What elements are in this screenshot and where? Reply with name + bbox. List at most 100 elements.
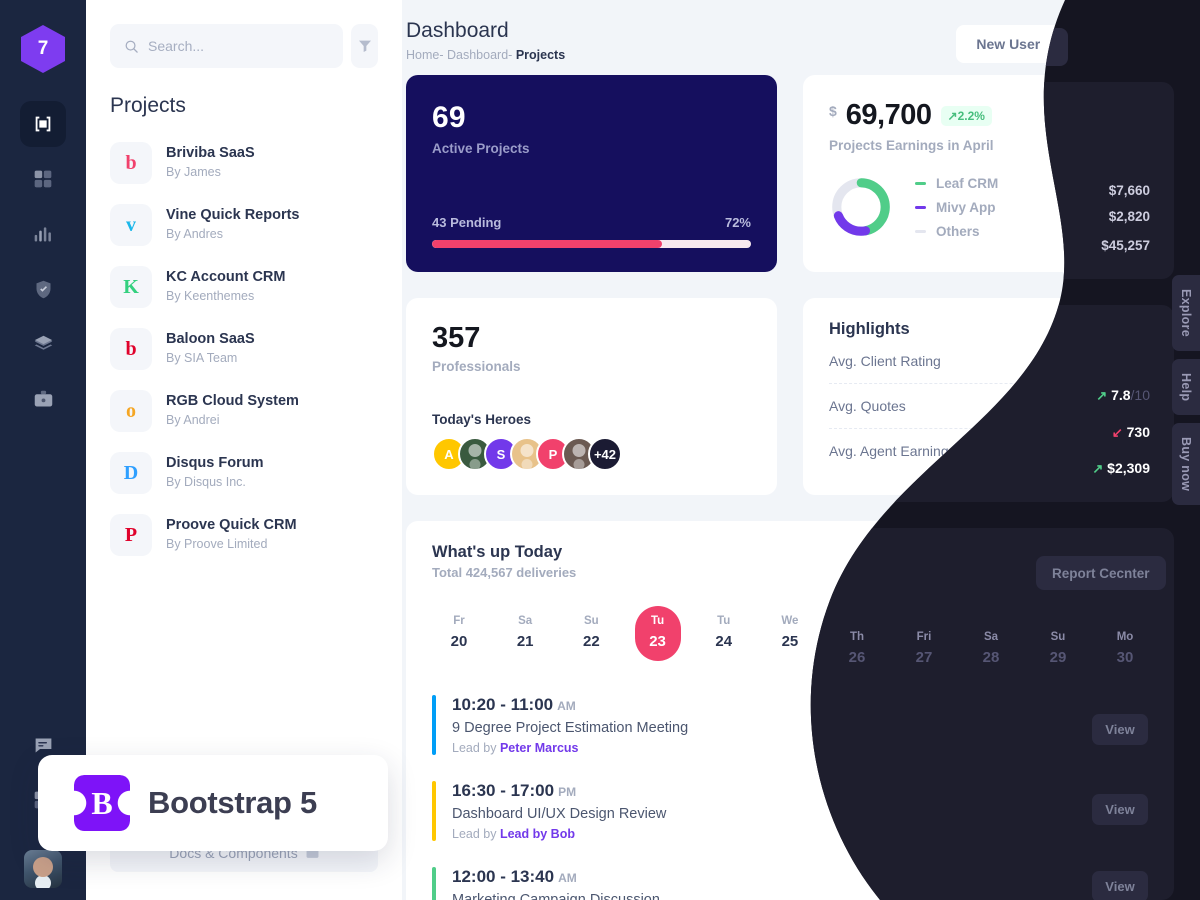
briefcase-icon [34, 390, 52, 406]
grid-icon [34, 170, 52, 188]
dark-event-view-button[interactable]: View [1092, 794, 1148, 825]
dark-day-cell[interactable]: Su 29 [1035, 622, 1081, 677]
highlight-label: Avg. Agent Earnings [829, 443, 956, 459]
rail-item-box[interactable] [20, 101, 66, 147]
project-author: By Proove Limited [166, 537, 268, 552]
day-name: Sa [518, 615, 533, 627]
project-list-item[interactable]: D Disqus Forum By Disqus Inc. [110, 442, 378, 504]
search-box[interactable] [110, 24, 343, 68]
legend-dash-icon [915, 205, 926, 209]
heroes-avatar-group: A S P +42 [432, 437, 751, 471]
day-cell[interactable]: Fr 20 [436, 606, 482, 661]
hero-avatar[interactable]: +42 [588, 437, 622, 471]
rail-item-shield[interactable] [20, 266, 66, 312]
project-text: RGB Cloud System By Andrei [166, 392, 299, 430]
earnings-legend-row: Mivy App [915, 200, 998, 215]
filter-button[interactable] [351, 24, 378, 68]
heroes-label: Today's Heroes [432, 412, 531, 427]
project-list-item[interactable]: o RGB Cloud System By Andrei [110, 380, 378, 442]
delta-arrow-icon: ↗ [947, 108, 958, 123]
professionals-label: Professionals [432, 359, 521, 374]
dark-day-name: Mo [1116, 631, 1134, 643]
dark-day-cell[interactable]: Mo 30 [1102, 622, 1148, 677]
rail-item-briefcase[interactable] [20, 376, 66, 422]
rail-item-charts[interactable] [20, 211, 66, 257]
breadcrumb-dashboard[interactable]: Dashboard- [447, 48, 512, 62]
event-meridiem: PM [558, 785, 577, 799]
event-color-bar [432, 781, 436, 841]
project-text: Proove Quick CRM By Proove Limited [166, 516, 297, 554]
project-author: By SIA Team [166, 351, 238, 366]
rail-item-grid[interactable] [20, 156, 66, 202]
dark-day-cell[interactable]: Fri 27 [901, 622, 947, 677]
dark-event-view-button[interactable]: View [1092, 871, 1148, 900]
search-input[interactable] [148, 38, 329, 54]
dark-day-name: Fri [916, 631, 932, 643]
rail-nav [20, 101, 66, 422]
dark-day-cell[interactable]: Th 26 [834, 622, 880, 677]
vertical-tab-help[interactable]: Help [1172, 358, 1200, 416]
project-logo-mark: v [126, 213, 136, 236]
day-cell[interactable]: We 25 [767, 606, 813, 661]
project-author: By Andres [166, 227, 223, 242]
dark-report-center-button[interactable]: Report Cecnter [1036, 556, 1166, 590]
project-list-item[interactable]: P Proove Quick CRM By Proove Limited [110, 504, 378, 566]
day-name: Tu [650, 615, 665, 627]
day-cell-selected[interactable]: Tu 23 [634, 606, 681, 661]
breadcrumb-home[interactable]: Home- [406, 48, 444, 62]
active-projects-value: 69 [432, 101, 466, 134]
project-logo-icon: D [110, 452, 152, 494]
earnings-legend-row: Leaf CRM [915, 176, 998, 191]
day-number: 20 [450, 633, 468, 650]
event-time: 10:20 - 11:00 AM [452, 695, 576, 714]
page-title: Dashboard [406, 19, 509, 42]
dark-event-view-button[interactable]: View [1092, 714, 1148, 745]
app-logo[interactable]: 7 [21, 25, 65, 73]
day-cell[interactable]: Sa 21 [502, 606, 548, 661]
vertical-tab-explore[interactable]: Explore [1172, 275, 1200, 351]
event-lead-link[interactable]: Peter Marcus [500, 741, 579, 755]
bootstrap-logo-mark: B [91, 784, 113, 821]
dark-day-number: 26 [848, 649, 866, 666]
project-list-item[interactable]: b Briviba SaaS By James [110, 132, 378, 194]
bootstrap-badge[interactable]: B Bootstrap 5 [38, 755, 388, 851]
day-cell[interactable]: Tu 24 [701, 606, 747, 661]
event-body: 10:20 - 11:00 AM 9 Degree Project Estimati… [452, 695, 688, 755]
project-list-item[interactable]: K KC Account CRM By Keenthemes [110, 256, 378, 318]
event-time: 12:00 - 13:40 AM [452, 867, 577, 886]
project-author: By Disqus Inc. [166, 475, 246, 490]
event-color-bar [432, 867, 436, 900]
project-logo-icon: o [110, 390, 152, 432]
earnings-legend-row: Others [915, 224, 998, 239]
day-number: 22 [583, 633, 600, 650]
day-name: We [781, 615, 799, 627]
pending-label: 43 Pending [432, 215, 502, 230]
project-name: Proove Quick CRM [166, 516, 297, 533]
earnings-value: 69,700 [845, 99, 932, 131]
project-list-item[interactable]: b Baloon SaaS By SIA Team [110, 318, 378, 380]
dark-day-number: 29 [1049, 649, 1067, 666]
day-name: Tu [717, 615, 731, 627]
chat-icon [35, 738, 51, 752]
new-user-button[interactable]: New User [956, 25, 1061, 63]
user-avatar[interactable] [24, 850, 62, 888]
professionals-value: 357 [432, 322, 481, 354]
dark-hl-val-2: $2,309 [1107, 460, 1150, 476]
app-logo-label: 7 [37, 38, 49, 59]
day-number: 23 [649, 633, 666, 650]
event-lead-link[interactable]: Lead by Bob [500, 827, 575, 841]
dark-day-number: 30 [1116, 649, 1134, 666]
project-logo-mark: b [125, 337, 137, 360]
project-list-item[interactable]: v Vine Quick Reports By Andres [110, 194, 378, 256]
earnings-legend: Leaf CRM Mivy App Others [915, 176, 998, 239]
day-cell[interactable]: Su 22 [568, 606, 614, 661]
day-number: 24 [715, 633, 733, 650]
professionals-card: 357 Professionals Today's Heroes A S P +42 [406, 298, 777, 495]
progress-track [432, 240, 751, 248]
earnings-delta: 2.2% [957, 108, 985, 123]
dark-arrow-0: ↗ [1096, 388, 1108, 403]
dark-day-cell[interactable]: Sa 28 [968, 622, 1014, 677]
project-name: RGB Cloud System [166, 392, 299, 409]
vertical-tab-buy-now[interactable]: Buy now [1172, 423, 1200, 506]
rail-item-layers[interactable] [20, 321, 66, 367]
